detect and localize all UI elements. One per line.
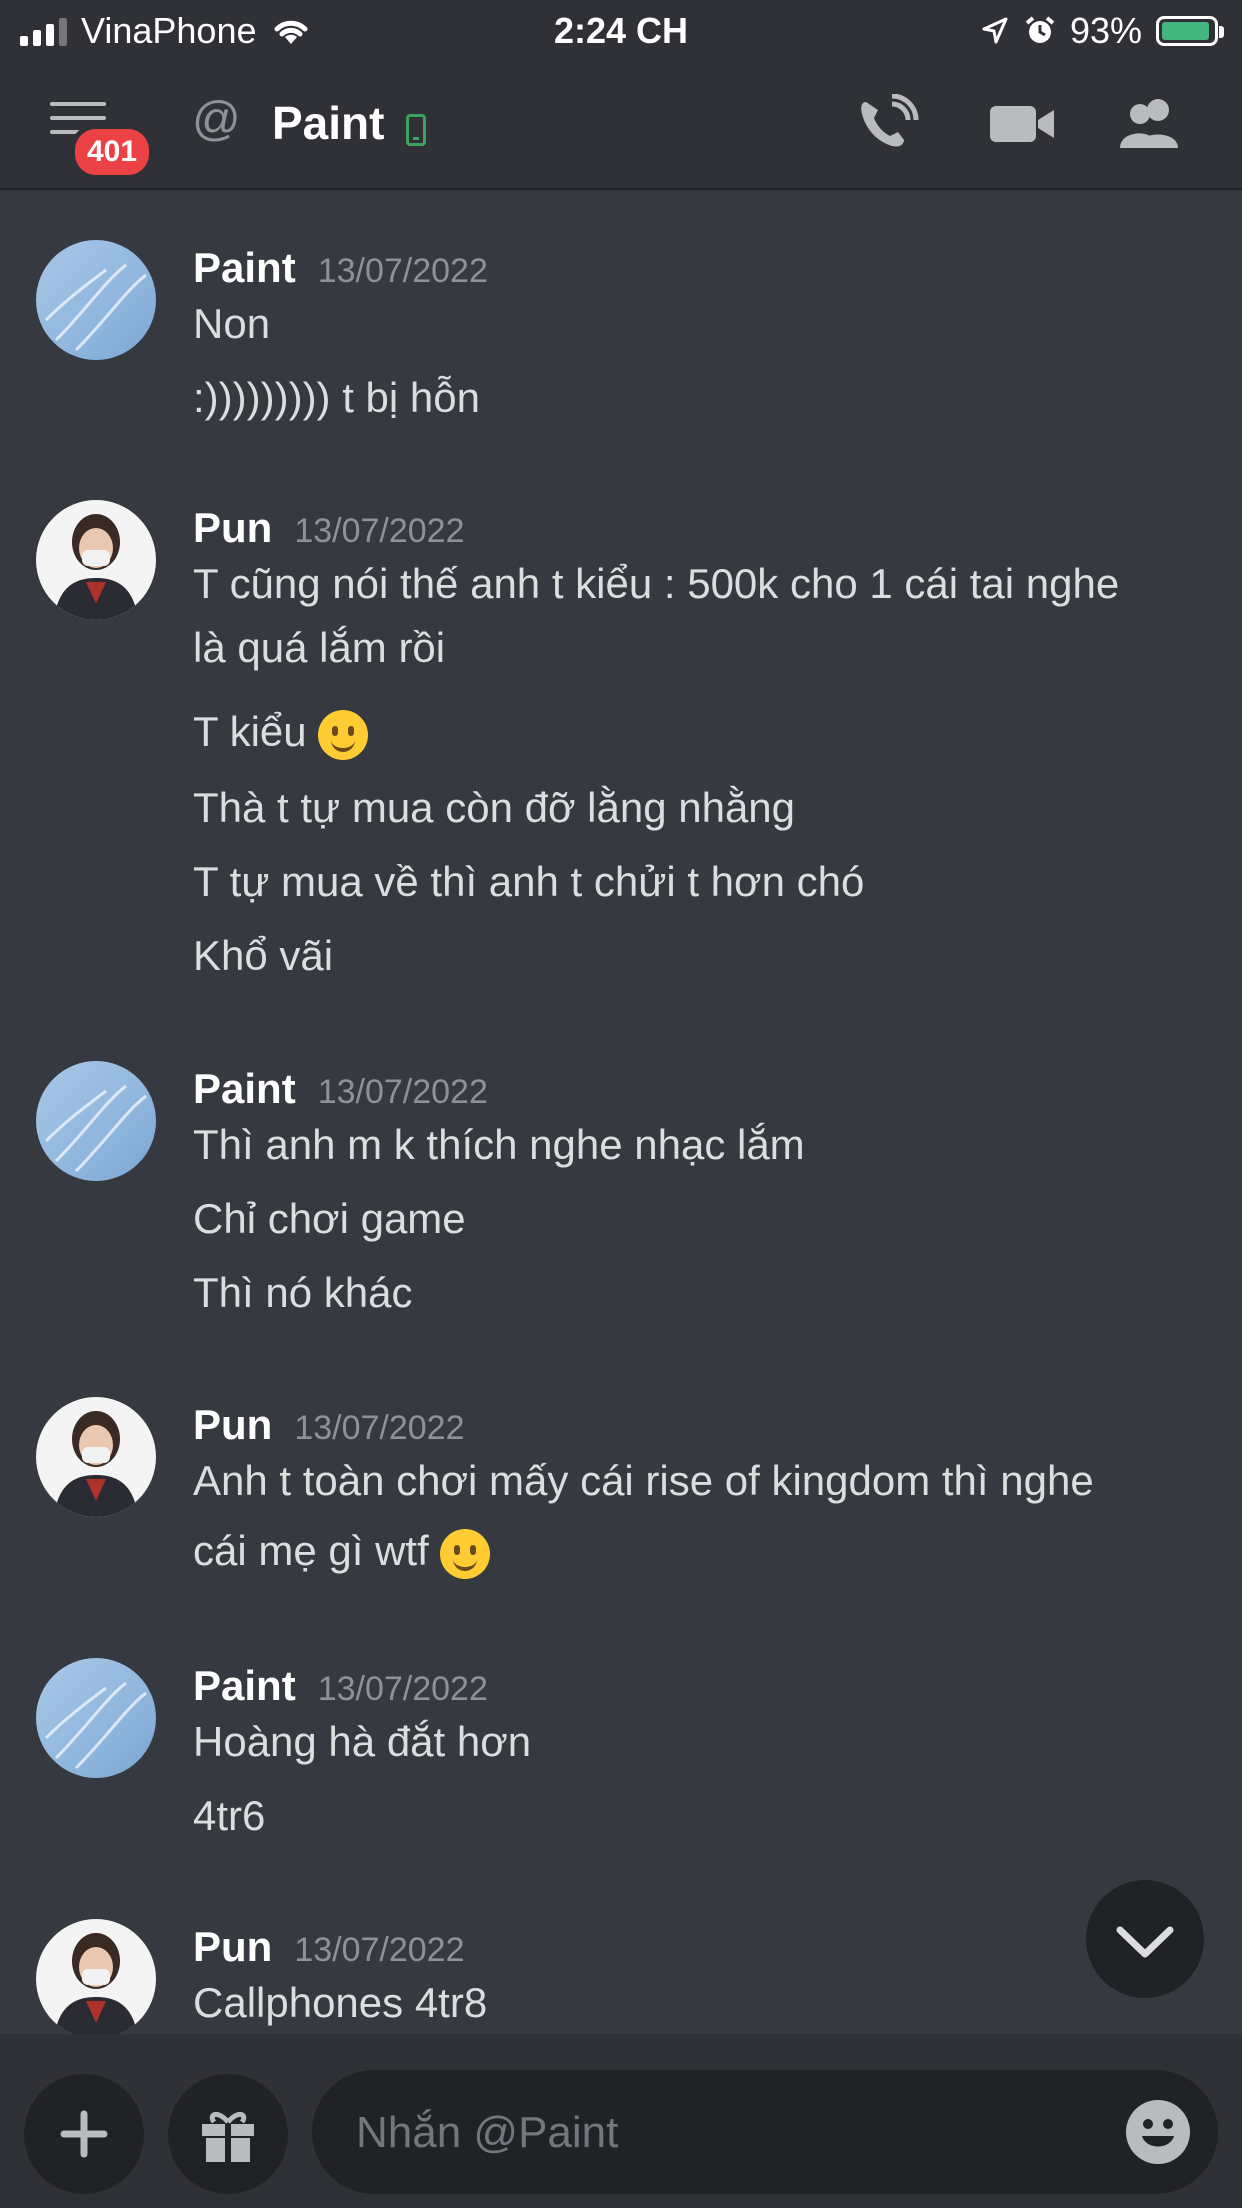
author-name[interactable]: Pun — [193, 1401, 272, 1448]
author-name[interactable]: Paint — [193, 1662, 296, 1709]
avatar[interactable] — [36, 1061, 156, 1181]
attach-button[interactable] — [24, 2074, 144, 2194]
avatar[interactable] — [36, 1919, 156, 2034]
channel-name[interactable]: Paint — [272, 96, 384, 150]
alarm-icon — [1025, 16, 1055, 43]
video-call-icon[interactable] — [988, 94, 1058, 154]
message-text-with-emoji: T kiểu — [193, 700, 1213, 764]
message-timestamp: 13/07/2022 — [294, 512, 465, 550]
slightly-smiling-face-icon — [318, 709, 369, 760]
message-author[interactable]: Paint 13/07/2022 — [193, 244, 488, 292]
avatar[interactable] — [36, 1397, 156, 1517]
unread-badge: 401 — [70, 124, 155, 180]
chevron-down-icon — [1116, 1926, 1174, 1958]
gift-button[interactable] — [168, 2074, 288, 2194]
message-author[interactable]: Paint 13/07/2022 — [193, 1662, 488, 1710]
battery-icon — [1156, 16, 1224, 46]
status-right: 93% — [980, 10, 1224, 52]
message-text: cái mẹ gì wtf — [193, 1527, 429, 1574]
message-text: Thì nó khác — [193, 1269, 413, 1316]
message-author[interactable]: Pun 13/07/2022 — [193, 1923, 465, 1971]
message-text: Hoàng hà đắt hơn — [193, 1718, 532, 1765]
avatar[interactable] — [36, 1658, 156, 1778]
voice-call-icon[interactable] — [852, 94, 922, 154]
message-input-container[interactable] — [312, 2070, 1218, 2194]
message-text: Thì anh m k thích nghe nhạc lắm — [193, 1121, 805, 1168]
message-timestamp: 13/07/2022 — [294, 1409, 465, 1447]
at-sign-icon: @ — [192, 93, 241, 146]
message-text: 4tr6 — [193, 1792, 266, 1839]
message-text: là quá lắm rồi — [193, 624, 446, 671]
message-text: Callphones 4tr8 — [193, 1979, 488, 2026]
channel-header: 401 @ Paint — [0, 62, 1242, 190]
menu-button[interactable]: 401 — [50, 102, 155, 180]
message-composer — [0, 2034, 1242, 2208]
message-author[interactable]: Paint 13/07/2022 — [193, 1065, 488, 1113]
message-text: Chỉ chơi game — [193, 1195, 466, 1242]
message-text-with-emoji: cái mẹ gì wtf — [193, 1519, 1213, 1583]
location-arrow-icon — [982, 17, 1008, 44]
author-name[interactable]: Pun — [193, 1923, 272, 1970]
message-text: T kiểu — [193, 708, 307, 755]
message-text: Non — [193, 300, 271, 347]
slightly-smiling-face-icon — [440, 1528, 491, 1579]
avatar[interactable] — [36, 500, 156, 620]
message-timestamp: 13/07/2022 — [317, 252, 488, 290]
gift-icon — [202, 2112, 254, 2162]
status-bar: VinaPhone 2:24 CH 93% — [0, 0, 1242, 62]
jump-to-latest-button[interactable] — [1086, 1880, 1204, 1998]
message-timestamp: 13/07/2022 — [294, 1931, 465, 1969]
message-text: Khổ vãi — [193, 932, 334, 979]
mobile-status-icon — [406, 114, 426, 146]
emoji-picker-button[interactable] — [1126, 2100, 1190, 2164]
author-name[interactable]: Pun — [193, 504, 272, 551]
message-text: :))))))))) t bị hỗn — [193, 374, 480, 421]
author-name[interactable]: Paint — [193, 1065, 296, 1112]
message-author[interactable]: Pun 13/07/2022 — [193, 504, 465, 552]
battery-percent: 93% — [1069, 10, 1142, 51]
message-text: Thà t tự mua còn đỡ lằng nhằng — [193, 784, 796, 831]
message-timestamp: 13/07/2022 — [317, 1073, 488, 1111]
message-text: T cũng nói thế anh t kiểu : 500k cho 1 c… — [193, 560, 1120, 607]
message-text: Anh t toàn chơi mấy cái rise of kingdom … — [193, 1457, 1094, 1504]
message-timestamp: 13/07/2022 — [317, 1670, 488, 1708]
message-list[interactable]: Paint 13/07/2022 Non :))))))))) t bị hỗn … — [0, 190, 1242, 2034]
author-name[interactable]: Paint — [193, 244, 296, 291]
message-input[interactable] — [354, 2100, 1078, 2166]
members-icon[interactable] — [1118, 94, 1188, 154]
message-text: T tự mua về thì anh t chửi t hơn chó — [193, 858, 865, 905]
message-author[interactable]: Pun 13/07/2022 — [193, 1401, 465, 1449]
smiley-icon — [1142, 2119, 1174, 2147]
avatar[interactable] — [36, 240, 156, 360]
plus-icon — [60, 2110, 108, 2158]
